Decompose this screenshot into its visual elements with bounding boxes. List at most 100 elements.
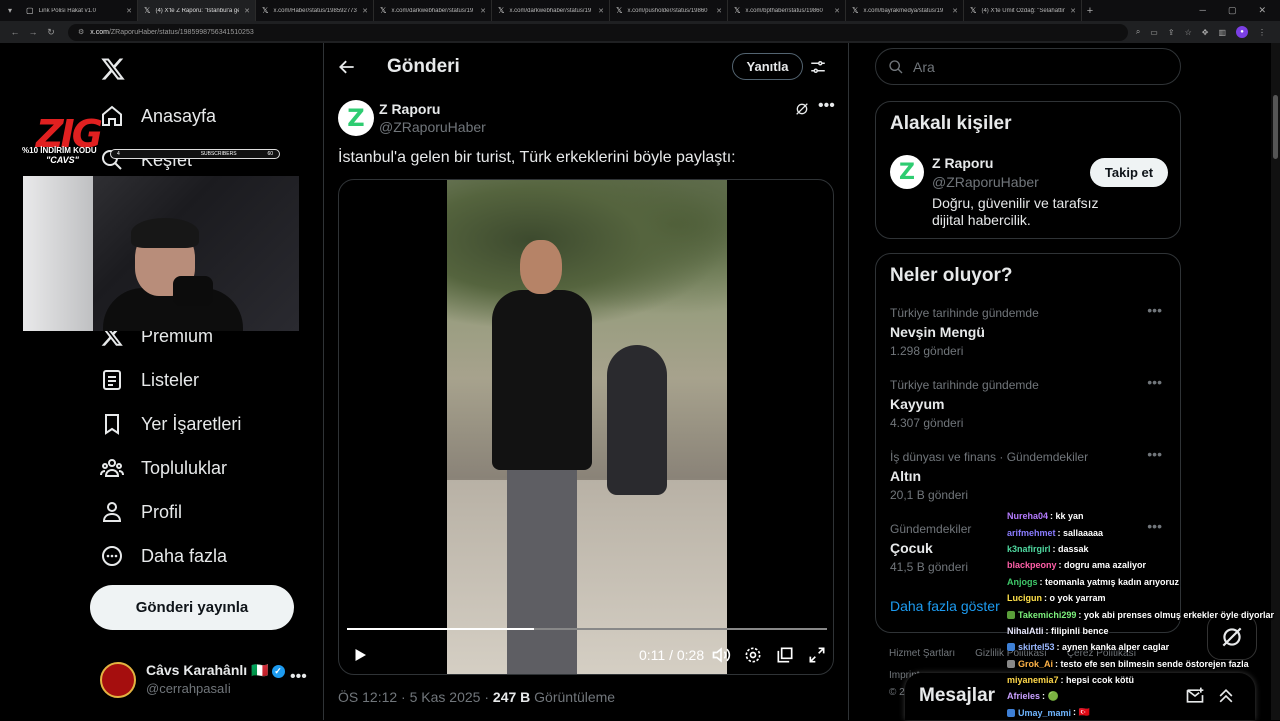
browser-tab[interactable]: 𝕏x.com/pusholder/status/19860 ✕ <box>610 0 728 21</box>
new-tab-button[interactable]: + <box>1082 5 1098 17</box>
more-horizontal-icon[interactable]: ••• <box>290 668 307 686</box>
x-logo-icon[interactable] <box>100 56 126 82</box>
list-icon <box>103 370 121 390</box>
video-player[interactable]: 0:11 / 0:28 <box>338 179 834 675</box>
share-icon[interactable]: ⇪ <box>1168 28 1175 37</box>
follow-button[interactable]: Takip et <box>1090 158 1168 187</box>
browser-tab[interactable]: 𝕏 (4) X'te Ümit Özdağ: "Selahattin ✕ <box>964 0 1082 21</box>
close-icon[interactable]: ✕ <box>362 7 368 15</box>
show-more-link[interactable]: Daha fazla göster <box>890 598 1000 614</box>
chat-text: : testo efe sen bilmesin sende östorejen… <box>1055 658 1249 669</box>
footer-link[interactable]: Hizmet Şartları <box>889 648 955 659</box>
site-info-icon[interactable]: ⚙ <box>78 28 84 36</box>
close-icon[interactable]: ✕ <box>952 7 958 15</box>
webcam-overlay <box>23 176 299 331</box>
account-switcher[interactable]: Câvs Karahânlı 🇮🇹 ✓ @cerrahpasaIi ••• <box>100 660 310 700</box>
post-button[interactable]: Gönderi yayınla <box>90 585 294 630</box>
grok-icon[interactable] <box>794 101 810 117</box>
nav-item-profile[interactable]: Profil <box>100 497 182 527</box>
address-bar[interactable]: ⚙ x.com/ZRaporuHaber/status/198599875634… <box>68 23 1128 41</box>
trend-count: 1.298 gönderi <box>890 344 964 358</box>
trend-item[interactable]: İş dünyası ve finans · Gündemdekiler Alt… <box>890 446 1170 502</box>
chat-text: : sallaaaaa <box>1057 527 1104 538</box>
reload-icon[interactable]: ↻ <box>42 27 60 38</box>
related-name[interactable]: Z Raporu <box>932 155 993 171</box>
nav-item-communities[interactable]: Topluluklar <box>100 453 227 483</box>
nav-label: Yer İşaretleri <box>141 413 242 434</box>
back-nav-icon[interactable]: ← <box>6 27 24 37</box>
related-bio: Doğru, güvenilir ve tarafsız dijital hab… <box>932 195 1099 228</box>
post-author-avatar[interactable]: Z <box>338 100 374 136</box>
search-lens-icon[interactable]: ⌕ <box>1136 27 1140 37</box>
trend-item[interactable]: Türkiye tarihinde gündemde Kayyum 4.307 … <box>890 374 1170 430</box>
back-arrow-icon[interactable] <box>337 57 357 77</box>
play-icon[interactable] <box>351 645 369 665</box>
more-horizontal-icon[interactable]: ••• <box>1147 374 1162 390</box>
post-author-name[interactable]: Z Raporu <box>379 101 440 117</box>
browser-tab[interactable]: ▢ Link Polisi Hakat v1.0 ✕ <box>20 0 138 21</box>
post-time[interactable]: ÖS 12:12 <box>338 689 397 705</box>
settings-gear-icon[interactable] <box>743 645 763 665</box>
menu-icon[interactable]: ⋮ <box>1258 28 1266 37</box>
more-horizontal-icon[interactable]: ••• <box>818 97 835 115</box>
maximize-icon[interactable]: ▢ <box>1228 5 1237 16</box>
chat-text: : o yok yarram <box>1044 593 1106 604</box>
trend-name: Altın <box>890 468 922 484</box>
fullscreen-icon[interactable] <box>807 645 827 665</box>
cast-icon[interactable]: ▭ <box>1150 28 1158 37</box>
sidebar-icon[interactable]: ▥ <box>1218 28 1226 37</box>
scrollbar-thumb[interactable] <box>1273 95 1278 159</box>
chat-message: Lucigun: o yok yarram <box>1007 590 1280 606</box>
more-horizontal-icon[interactable]: ••• <box>1147 446 1162 462</box>
profile-avatar-icon[interactable]: ● <box>1236 26 1248 38</box>
extensions-icon[interactable]: ✥ <box>1202 28 1209 37</box>
post-author-handle[interactable]: @ZRaporuHaber <box>379 119 486 135</box>
nav-label: Topluluklar <box>141 457 228 478</box>
post-date[interactable]: 5 Kas 2025 <box>410 689 481 705</box>
forward-nav-icon[interactable]: → <box>24 27 42 37</box>
trend-item[interactable]: Türkiye tarihinde gündemde Nevşin Mengü … <box>890 302 1170 358</box>
browser-tab[interactable]: 𝕏x.com/darkwebhaber/status/19 ✕ <box>492 0 610 21</box>
nav-item-more[interactable]: Daha fazla <box>100 541 227 571</box>
tab-title: x.com/bayrakmedya/status/19 <box>863 7 944 14</box>
generic-page-icon: ▢ <box>26 6 34 15</box>
search-input[interactable]: Ara <box>875 48 1181 85</box>
video-progress-bar[interactable] <box>347 628 827 630</box>
close-icon[interactable]: ✕ <box>244 7 250 15</box>
close-window-icon[interactable]: ✕ <box>1258 5 1266 16</box>
sponsor-logo: ZIG %10 İNDİRİM KODU "CAVS" <box>22 112 122 174</box>
more-horizontal-icon[interactable]: ••• <box>1147 302 1162 318</box>
sliders-icon[interactable] <box>809 58 827 76</box>
browser-tab-active[interactable]: 𝕏 (4) X'te Z Raporu: "İstanbul'a gelen bi… <box>138 0 256 21</box>
close-icon[interactable]: ✕ <box>716 7 722 15</box>
account-name: Câvs Karahânlı 🇮🇹 ✓ <box>146 662 285 679</box>
nav-item-bookmarks[interactable]: Yer İşaretleri <box>100 409 241 439</box>
chat-username: blackpeony <box>1007 560 1057 571</box>
browser-tab[interactable]: 𝕏x.com/bpthaber/status/19860 ✕ <box>728 0 846 21</box>
tab-search-icon[interactable]: ▾ <box>0 0 20 21</box>
volume-icon[interactable] <box>711 645 731 665</box>
video-person <box>492 240 612 674</box>
chat-message: miyanemia7: hepsi ccok kötü <box>1007 672 1280 688</box>
close-icon[interactable]: ✕ <box>834 7 840 15</box>
minimize-icon[interactable]: ─ <box>1200 5 1206 16</box>
browser-tab[interactable]: 𝕏x.com/darkwebhaber/status/19 ✕ <box>374 0 492 21</box>
url-host: x.com <box>90 28 109 36</box>
close-icon[interactable]: ✕ <box>598 7 604 15</box>
profile-icon <box>102 502 122 522</box>
sub-goal-target: 60 <box>267 151 273 157</box>
nav-item-lists[interactable]: Listeler <box>100 365 199 395</box>
subscriber-goal-bar: 4 SUBSCRIBERS 60 <box>110 149 280 159</box>
close-icon[interactable]: ✕ <box>126 7 132 15</box>
close-icon[interactable]: ✕ <box>1070 7 1076 15</box>
reply-button[interactable]: Yanıtla <box>732 53 803 80</box>
star-icon[interactable]: ☆ <box>1185 28 1192 37</box>
browser-tab[interactable]: 𝕏x.com/Haber/status/1985927733 ✕ <box>256 0 374 21</box>
tab-title: x.com/bpthaber/status/19860 <box>745 7 823 14</box>
related-handle[interactable]: @ZRaporuHaber <box>932 174 1039 190</box>
close-icon[interactable]: ✕ <box>480 7 486 15</box>
related-avatar[interactable]: Z <box>890 155 924 189</box>
browser-tab[interactable]: 𝕏x.com/bayrakmedya/status/19 ✕ <box>846 0 964 21</box>
picture-in-picture-icon[interactable] <box>775 645 795 665</box>
x-logo-icon: 𝕏 <box>262 6 269 15</box>
